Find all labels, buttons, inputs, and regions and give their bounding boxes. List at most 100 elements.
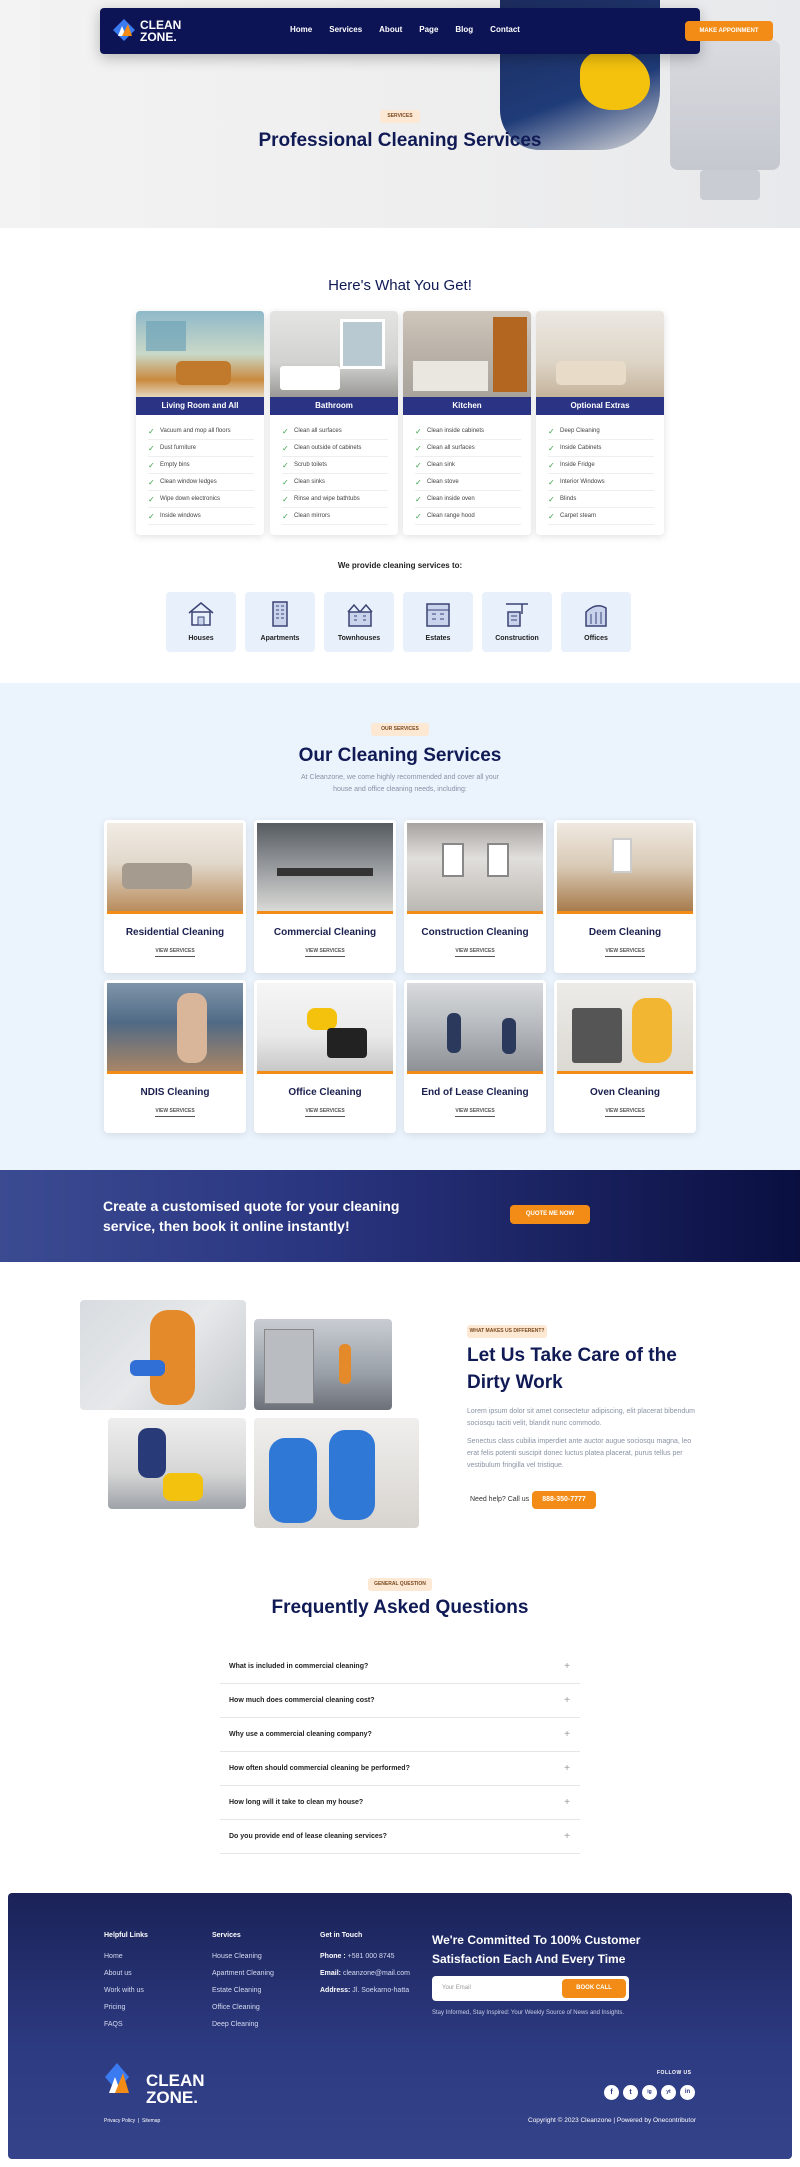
service-card[interactable]: NDIS Cleaning VIEW SERVICES [104,980,246,1133]
nav-home[interactable]: Home [290,25,312,34]
check-icon: ✓ [148,478,155,487]
service-card[interactable]: End of Lease Cleaning VIEW SERVICES [404,980,546,1133]
service-card[interactable]: Residential Cleaning VIEW SERVICES [104,820,246,973]
view-services-link[interactable]: VIEW SERVICES [254,948,396,957]
check-icon: ✓ [415,444,422,453]
faq-item[interactable]: How much does commercial cleaning cost? + [220,1684,580,1718]
checklist-item: ✓ Clean sinks [282,474,388,491]
view-services-link[interactable]: VIEW SERVICES [104,1108,246,1117]
email-input[interactable]: Your Email [442,1976,471,2001]
footer-link[interactable]: About us [104,1970,132,1977]
checklist-item: ✓ Empty bins [148,457,254,474]
youtube-icon[interactable]: yt [661,2085,676,2100]
footer-link[interactable]: Estate Cleaning [212,1987,261,1994]
view-services-link[interactable]: VIEW SERVICES [554,1108,696,1117]
what-you-get-title: Here's What You Get! [328,277,472,294]
plus-icon: + [564,1695,570,1706]
checklist-item: ✓ Dust furniture [148,440,254,457]
footer-link[interactable]: Office Cleaning [212,2004,260,2011]
faq-item[interactable]: How often should commercial cleaning be … [220,1752,580,1786]
checklist-item: ✓ Wipe down electronics [148,491,254,508]
deep-cleaning-image [557,823,693,914]
about-image-dishes [254,1418,419,1528]
view-services-link[interactable]: VIEW SERVICES [254,1108,396,1117]
nav-page[interactable]: Page [419,25,438,34]
footer-link[interactable]: FAQS [104,2021,123,2028]
logo-text-line2[interactable]: ZONE. [140,31,177,43]
service-card[interactable]: Commercial Cleaning VIEW SERVICES [254,820,396,973]
footer-link[interactable]: Deep Cleaning [212,2021,258,2028]
checklist-item: ✓ Inside Cabinets [548,440,654,457]
hero-badge: SERVICES [380,110,420,123]
type-offices[interactable]: Offices [561,592,631,652]
service-card[interactable]: Deem Cleaning VIEW SERVICES [554,820,696,973]
service-card[interactable]: Construction Cleaning VIEW SERVICES [404,820,546,973]
footer-link[interactable]: Work with us [104,1987,144,1994]
nav-contact[interactable]: Contact [490,25,520,34]
about-image-vacuum [108,1418,246,1509]
faq-item[interactable]: What is included in commercial cleaning?… [220,1650,580,1684]
instagram-icon[interactable]: ig [642,2085,657,2100]
phone-call-button[interactable]: 888-350-7777 [532,1491,596,1509]
check-icon: ✓ [282,495,289,504]
linkedin-icon[interactable]: in [680,2085,695,2100]
checklist-item: ✓ Clean outside of cabinets [282,440,388,457]
view-services-link[interactable]: VIEW SERVICES [554,948,696,957]
nav-services[interactable]: Services [329,25,362,34]
facebook-icon[interactable]: f [604,2085,619,2100]
nav-blog[interactable]: Blog [455,25,473,34]
checklist-item: ✓ Blinds [548,491,654,508]
about-image-building [254,1319,392,1410]
type-estates[interactable]: Estates [403,592,473,652]
faq-title: Frequently Asked Questions [271,1597,529,1618]
footer-logo-text-line2[interactable]: ZONE. [146,2089,198,2106]
service-title: Oven Cleaning [589,1087,660,1098]
service-title: Construction Cleaning [421,927,529,938]
contact-phone[interactable]: Phone : +581 000 8745 [320,1953,395,1960]
ndis-image [107,983,243,1074]
twitter-icon[interactable]: t [623,2085,638,2100]
view-services-link[interactable]: VIEW SERVICES [104,948,246,957]
checklist-item: ✓ Scrub toilets [282,457,388,474]
make-appointment-button[interactable]: MAKE APPOINMENT [685,21,773,41]
faq-item[interactable]: Do you provide end of lease cleaning ser… [220,1820,580,1854]
service-card[interactable]: Office Cleaning VIEW SERVICES [254,980,396,1133]
about-paragraph-2: Senectus class cubilia imperdiet ante au… [467,1438,692,1469]
book-call-button[interactable]: BOOK CALL [562,1979,626,1998]
commercial-image [257,823,393,914]
footer-link[interactable]: Apartment Cleaning [212,1970,274,1977]
footer-link[interactable]: House Cleaning [212,1953,262,1960]
check-icon: ✓ [148,512,155,521]
get-card-optional-extras: Optional Extras ✓ Deep Cleaning ✓ Inside C… [536,311,664,535]
service-card[interactable]: Oven Cleaning VIEW SERVICES [554,980,696,1133]
check-icon: ✓ [282,461,289,470]
plus-icon: + [564,1831,570,1842]
footer-link[interactable]: Pricing [104,2004,125,2011]
faq-item[interactable]: Why use a commercial cleaning company? + [220,1718,580,1752]
type-townhouses[interactable]: Townhouses [324,592,394,652]
construction-icon [506,603,528,627]
check-icon: ✓ [282,444,289,453]
footer-link[interactable]: Home [104,1953,123,1960]
footer-logo-text-line1[interactable]: CLEAN [146,2072,205,2089]
hero-monitor-stand [700,170,760,200]
services-title: Our Cleaning Services [298,745,502,766]
service-title: Office Cleaning [288,1087,362,1098]
quote-me-now-button[interactable]: QUOTE ME NOW [510,1205,590,1224]
privacy-policy-link[interactable]: Privacy Policy [104,2118,135,2124]
type-construction[interactable]: Construction [482,592,552,652]
type-houses[interactable]: Houses [166,592,236,652]
type-label: Offices [584,635,608,642]
sitemap-link[interactable]: Sitemap [142,2118,160,2124]
about-badge: WHAT MAKES US DIFFERENT? [467,1325,547,1338]
faq-item[interactable]: How long will it take to clean my house?… [220,1786,580,1820]
living-room-image [136,311,264,397]
quote-banner-text: Create a customised quote for your clean… [103,1198,400,1234]
hero-title: Professional Cleaning Services [258,130,542,151]
view-services-link[interactable]: VIEW SERVICES [404,1108,546,1117]
view-services-link[interactable]: VIEW SERVICES [404,948,546,957]
contact-email[interactable]: Email: cleanzone@mail.com [320,1970,410,1977]
type-apartments[interactable]: Apartments [245,592,315,652]
check-icon: ✓ [548,427,555,436]
nav-about[interactable]: About [379,25,402,34]
